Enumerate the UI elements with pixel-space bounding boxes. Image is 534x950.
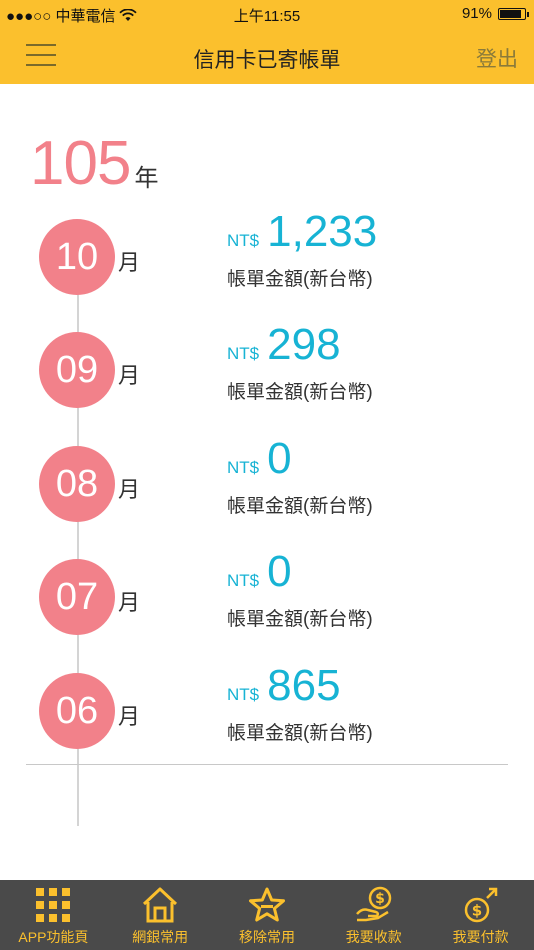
star-icon (248, 887, 285, 922)
svg-text:$: $ (375, 891, 385, 907)
month-badge: 07 (39, 559, 115, 635)
month-badge: 08 (39, 446, 115, 522)
tab-label: 移除常用 (238, 929, 295, 945)
battery-level (500, 9, 521, 18)
month-unit: 月 (118, 477, 141, 502)
bill-amount: NT$ 865 (227, 661, 341, 711)
year-value: 105 (30, 129, 131, 198)
tab-label: APP功能頁 (18, 929, 89, 945)
status-time: 上午11:55 (233, 8, 301, 25)
amount-caption: 帳單金額(新台幣) (227, 496, 373, 517)
svg-text:$: $ (471, 902, 481, 920)
bill-row[interactable]: 08 月 NT$ 0 帳單金額(新台幣) (0, 434, 534, 556)
bill-row[interactable]: 09 月 NT$ 298 帳單金額(新台幣) (0, 320, 534, 442)
tab-label: 網銀常用 (132, 929, 189, 945)
bill-row[interactable]: 07 月 NT$ 0 帳單金額(新台幣) (0, 547, 534, 669)
list-divider (26, 764, 508, 765)
month-unit: 月 (118, 363, 141, 388)
battery-percent: 91% (461, 5, 492, 22)
tab-receive-payment[interactable]: $ 我要收款 (320, 880, 427, 950)
currency-label: NT$ (227, 685, 260, 704)
bill-amount: NT$ 0 (227, 547, 292, 597)
bill-amount: NT$ 298 (227, 320, 341, 370)
amount-caption: 帳單金額(新台幣) (227, 269, 373, 290)
bill-row[interactable]: 06 月 NT$ 865 帳單金額(新台幣) (0, 661, 534, 783)
tab-app-functions[interactable]: APP功能頁 (0, 880, 107, 950)
bill-amount: NT$ 0 (227, 434, 292, 484)
nav-bar: 信用卡已寄帳單 登出 (0, 28, 534, 84)
grid-icon (36, 888, 71, 922)
amount-value: 1,233 (267, 207, 378, 256)
month-badge: 06 (39, 673, 115, 749)
amount-value: 298 (267, 320, 341, 369)
amount-value: 865 (267, 661, 341, 710)
battery-icon (498, 7, 529, 20)
status-bar: ●●●○○ 中華電信 上午11:55 91% (0, 0, 534, 28)
amount-value: 0 (267, 434, 292, 483)
amount-caption: 帳單金額(新台幣) (227, 723, 373, 744)
currency-label: NT$ (227, 231, 260, 250)
tab-remove-favorite[interactable]: 移除常用 (214, 880, 321, 950)
amount-caption: 帳單金額(新台幣) (227, 609, 373, 630)
tab-make-payment[interactable]: $ 我要付款 (427, 880, 534, 950)
amount-value: 0 (267, 547, 292, 596)
currency-label: NT$ (227, 344, 260, 363)
amount-caption: 帳單金額(新台幣) (227, 382, 373, 403)
month-unit: 月 (118, 704, 141, 729)
receive-money-icon: $ (355, 886, 392, 922)
month-unit: 月 (118, 590, 141, 615)
bill-row[interactable]: 10 月 NT$ 1,233 帳單金額(新台幣) (0, 207, 534, 329)
currency-label: NT$ (227, 571, 260, 590)
month-badge: 10 (39, 219, 115, 295)
currency-label: NT$ (227, 458, 260, 477)
tab-online-banking[interactable]: 網銀常用 (107, 880, 214, 950)
month-badge: 09 (39, 332, 115, 408)
home-icon (143, 887, 178, 923)
pay-money-icon: $ (464, 887, 497, 923)
bottom-tab-bar: APP功能頁 網銀常用 移除常用 $ 我要收款 $ 我要付款 (0, 880, 534, 950)
logout-button[interactable]: 登出 (476, 43, 518, 73)
page-title: 信用卡已寄帳單 (193, 49, 341, 72)
year-unit: 年 (134, 165, 159, 192)
year-heading: 105 年 (30, 133, 158, 195)
battery-status: 91% (461, 5, 529, 22)
bill-amount: NT$ 1,233 (227, 207, 377, 257)
tab-label: 我要收款 (345, 929, 402, 945)
tab-label: 我要付款 (452, 929, 509, 945)
month-unit: 月 (118, 250, 141, 275)
